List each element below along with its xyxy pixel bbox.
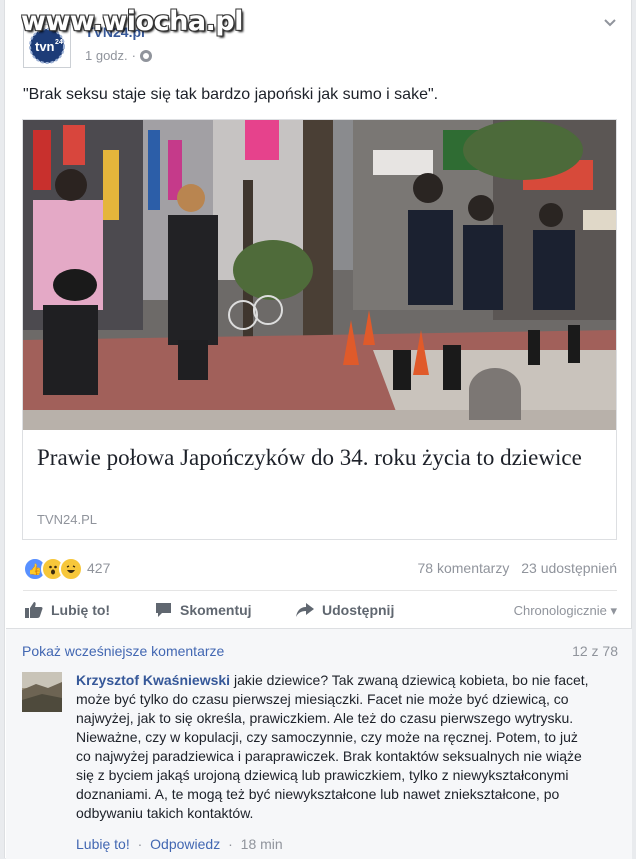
watermark: www.wiocha.pl	[21, 6, 243, 37]
comment-text: jakie dziewice? Tak zwaną dziewicą kobie…	[76, 672, 589, 821]
share-button[interactable]: Udostępnij	[296, 602, 394, 618]
comment-button[interactable]: Skomentuj	[155, 602, 252, 618]
comment-count[interactable]: 78 komentarzy	[418, 560, 510, 576]
action-bar: Lubię to! Skomentuj Udostępnij Chronolog…	[23, 598, 617, 624]
show-previous-comments[interactable]: Pokaż wcześniejsze komentarze	[22, 643, 224, 659]
comments-counter: 12 z 78	[572, 643, 618, 659]
svg-text:24: 24	[55, 39, 63, 46]
comment-author[interactable]: Krzysztof Kwaśniewski	[76, 672, 230, 688]
comment-icon	[156, 603, 171, 617]
link-title[interactable]: Prawie połowa Japończyków do 34. roku ży…	[37, 444, 597, 472]
like-button[interactable]: Lubię to!	[25, 602, 110, 618]
post-stats: 78 komentarzy 23 udostępnień	[410, 560, 617, 576]
reaction-icons[interactable]: 👍	[23, 557, 83, 581]
comment-actions: Lubię to! · Odpowiedz · 18 min	[76, 836, 283, 852]
post-time[interactable]: 1 godz.	[85, 48, 128, 63]
haha-icon	[59, 557, 83, 581]
comment-reply-button[interactable]: Odpowiedz	[150, 836, 220, 852]
reaction-count[interactable]: 427	[87, 560, 110, 576]
link-domain: TVN24.PL	[37, 512, 97, 527]
comment-like-button[interactable]: Lubię to!	[76, 836, 130, 852]
comment-body: Krzysztof Kwaśniewski jakie dziewice? Ta…	[76, 671, 596, 823]
caret-down-icon: ▾	[610, 603, 617, 618]
link-preview[interactable]: Prawie połowa Japończyków do 34. roku ży…	[22, 119, 617, 540]
share-icon	[296, 603, 314, 617]
divider	[23, 590, 617, 591]
post-meta: 1 godz. ·	[85, 48, 152, 63]
commenter-avatar[interactable]	[22, 672, 62, 712]
post-card: www.wiocha.pl tvn 24 TVN24.pl 1 godz. · …	[4, 0, 632, 859]
sort-dropdown[interactable]: Chronologicznie ▾	[514, 603, 617, 619]
reactions-bar: 👍 427 78 komentarzy 23 udostępnień	[23, 557, 617, 581]
globe-icon	[140, 49, 152, 62]
svg-text:tvn: tvn	[35, 39, 55, 54]
link-image[interactable]	[23, 120, 616, 430]
comments-section: Pokaż wcześniejsze komentarze 12 z 78 Kr…	[6, 628, 632, 859]
comment-time[interactable]: 18 min	[241, 836, 283, 852]
chevron-down-icon[interactable]	[603, 18, 617, 28]
post-text: "Brak seksu staje się tak bardzo japońsk…	[23, 86, 439, 103]
thumbs-up-icon	[25, 602, 43, 618]
share-count[interactable]: 23 udostępnień	[521, 560, 617, 576]
